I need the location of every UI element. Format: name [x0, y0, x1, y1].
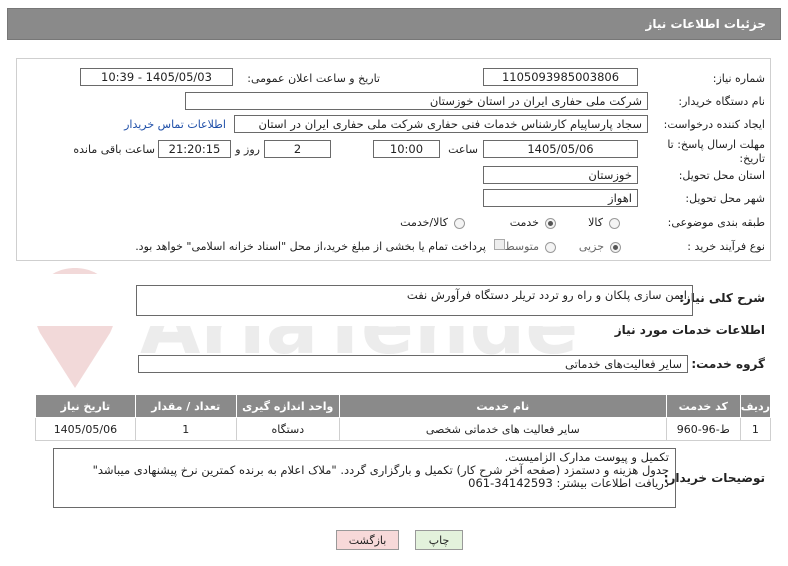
city-field: اهواز: [483, 189, 638, 207]
summary-field: ایمن سازی پلکان و راه رو تردد تریلر دستگ…: [136, 285, 693, 316]
deadline-time-field: 10:00: [373, 140, 440, 158]
service-group-field: سایر فعالیت‌های خدماتی: [138, 355, 688, 373]
col-service-code: کد خدمت: [665, 394, 741, 418]
services-section-title: اطلاعات خدمات مورد نیاز: [614, 323, 765, 337]
category-option-service: خدمت: [509, 216, 539, 229]
deadline-time-label: ساعت: [448, 143, 478, 156]
buyer-notes-line-3: دریافت اطلاعات بیشتر: 34142593-061: [468, 476, 669, 490]
category-radio-service[interactable]: [545, 218, 556, 229]
cell-service-code: ط-96-960: [665, 417, 741, 441]
col-row: ردیف: [739, 394, 772, 418]
services-table-header: ردیف کد خدمت نام خدمت واحد اندازه گیری ت…: [35, 394, 772, 418]
cell-service-name: سایر فعالیت های خدماتی شخصی: [338, 417, 667, 441]
cell-quantity: 1: [134, 417, 237, 441]
purchase-radio-medium[interactable]: [545, 242, 556, 253]
purchase-type-label: نوع فرآیند خرید :: [687, 240, 765, 253]
requester-label: ایجاد کننده درخواست:: [663, 118, 765, 131]
page-title: جزئیات اطلاعات نیاز: [7, 8, 781, 40]
buyer-notes-label: توضیحات خریدار:: [663, 471, 765, 485]
need-info-panel: [16, 58, 771, 261]
buyer-notes-field: تکمیل و پیوست مدارک الزامیست. جدول هزینه…: [53, 448, 676, 508]
services-table: ردیف کد خدمت نام خدمت واحد اندازه گیری ت…: [35, 394, 772, 441]
treasury-payment-note: پرداخت تمام یا بخشی از مبلغ خرید،از محل …: [135, 240, 486, 253]
remaining-label: ساعت باقی مانده: [73, 143, 155, 156]
treasury-payment-checkbox[interactable]: [494, 239, 505, 250]
city-label: شهر محل تحویل:: [685, 192, 765, 205]
col-quantity: تعداد / مقدار: [134, 394, 237, 418]
requester-field: سجاد پارساپیام کارشناس خدمات فنی حفاری ش…: [234, 115, 648, 133]
remaining-days-field: 2: [264, 140, 331, 158]
print-button[interactable]: چاپ: [415, 530, 463, 550]
deadline-label: مهلت ارسال پاسخ: تا: [667, 138, 765, 151]
purchase-option-medium: متوسط: [504, 240, 539, 253]
page-title-text: جزئیات اطلاعات نیاز: [645, 17, 766, 31]
province-field: خوزستان: [483, 166, 638, 184]
category-option-goods: کالا: [588, 216, 603, 229]
category-option-goods-service: کالا/خدمت: [400, 216, 448, 229]
col-unit: واحد اندازه گیری: [235, 394, 340, 418]
buyer-contact-link[interactable]: اطلاعات تماس خریدار: [124, 118, 226, 131]
deadline-label-date: تاریخ:: [739, 152, 765, 165]
buyer-org-field: شرکت ملی حفاری ایران در استان خوزستان: [185, 92, 648, 110]
col-need-date: تاریخ نیاز: [35, 394, 136, 418]
buyer-org-label: نام دستگاه خریدار:: [678, 95, 765, 108]
purchase-option-minor: جزیی: [578, 240, 604, 253]
announce-date-field: 1405/05/03 - 10:39: [80, 68, 233, 86]
need-number-label: شماره نیاز:: [712, 72, 765, 85]
col-service-name: نام خدمت: [338, 394, 667, 418]
table-row: 1 ط-96-960 سایر فعالیت های خدماتی شخصی د…: [35, 417, 772, 441]
announce-date-label: تاریخ و ساعت اعلان عمومی:: [247, 72, 380, 85]
province-label: استان محل تحویل:: [678, 169, 765, 182]
need-number-field: 1105093985003806: [483, 68, 638, 86]
cell-unit: دستگاه: [235, 417, 340, 441]
days-label: روز و: [235, 143, 260, 156]
category-radio-goods-service[interactable]: [454, 218, 465, 229]
cell-row: 1: [739, 417, 772, 441]
category-radio-goods[interactable]: [609, 218, 620, 229]
purchase-radio-minor[interactable]: [610, 242, 621, 253]
category-label: طبقه بندی موضوعی:: [667, 216, 765, 229]
service-group-label: گروه خدمت:: [691, 357, 765, 371]
remaining-time-field: 21:20:15: [158, 140, 231, 158]
deadline-date-field: 1405/05/06: [483, 140, 638, 158]
cell-need-date: 1405/05/06: [35, 417, 136, 441]
back-button[interactable]: بازگشت: [336, 530, 399, 550]
